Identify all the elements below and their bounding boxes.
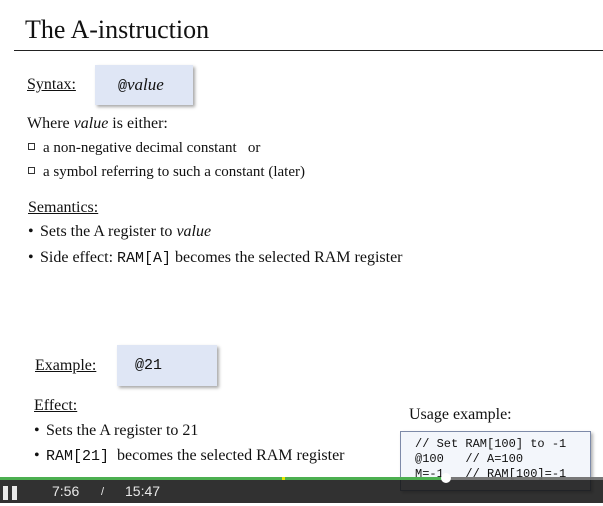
- effect-bullet-2-code: RAM[21]: [46, 448, 110, 465]
- bullet-icon: •: [34, 422, 40, 439]
- example-code: @21: [135, 357, 163, 374]
- usage-code-line: @100 // A=100: [415, 452, 524, 466]
- pause-icon[interactable]: [2, 485, 18, 501]
- option-text: a non-negative decimal constant or: [43, 140, 261, 156]
- usage-label: Usage example:: [409, 406, 512, 423]
- scrub-handle[interactable]: [441, 473, 451, 483]
- option-text: a symbol referring to such a constant (l…: [43, 164, 305, 180]
- option-item: a non-negative decimal constant or: [28, 138, 260, 158]
- duration: 15:47: [125, 483, 161, 499]
- bullet-icon: •: [28, 223, 34, 240]
- where-text: Where value is either:: [27, 114, 168, 134]
- semantics-bullet-2-prefix: Side effect:: [40, 249, 118, 266]
- semantics-bullet-2: • Side effect: RAM[A] becomes the selecte…: [28, 248, 403, 269]
- syntax-code-value: value: [127, 75, 164, 94]
- syntax-label: Syntax:: [27, 76, 76, 93]
- semantics-bullet-2-code: RAM[A]: [117, 250, 172, 267]
- effect-label: Effect:: [34, 397, 78, 414]
- slide-title: The A-instruction: [25, 15, 210, 44]
- semantics-bullet-1-text: Sets the A register to: [40, 223, 177, 240]
- syntax-code: @value: [118, 75, 164, 97]
- semantics-label: Semantics:: [28, 199, 99, 216]
- square-bullet-icon: [28, 167, 35, 174]
- syntax-code-prefix: @: [118, 78, 128, 95]
- video-player-bar: [0, 477, 603, 503]
- effect-bullet-1: • Sets the A register to 21: [34, 421, 198, 441]
- effect-bullet-2-suffix: becomes the selected RAM register: [109, 447, 345, 464]
- syntax-code-box: @value: [95, 65, 193, 105]
- chapter-marker: [282, 477, 285, 480]
- semantics-bullet-1-italic: value: [176, 223, 212, 240]
- example-label: Example:: [35, 357, 97, 374]
- time-separator: /: [101, 486, 105, 498]
- progress-fill: [0, 477, 446, 480]
- where-italic: value: [73, 115, 109, 132]
- title-divider: [14, 50, 603, 51]
- square-bullet-icon: [28, 143, 35, 150]
- bullet-icon: •: [34, 447, 40, 464]
- current-time: 7:56: [52, 483, 80, 499]
- effect-bullet-1-text: Sets the A register to 21: [46, 422, 199, 439]
- effect-bullet-2: • RAM[21] becomes the selected RAM regist…: [34, 446, 345, 467]
- where-suffix: is either:: [108, 115, 168, 132]
- where-prefix: Where: [27, 115, 74, 132]
- usage-code-line: // Set RAM[100] to -1: [415, 437, 567, 451]
- bullet-icon: •: [28, 249, 34, 266]
- example-code-box: @21: [117, 345, 217, 386]
- semantics-bullet-2-suffix: becomes the selected RAM register: [171, 249, 403, 266]
- option-item: a symbol referring to such a constant (l…: [28, 162, 305, 182]
- semantics-bullet-1: • Sets the A register to value: [28, 222, 211, 242]
